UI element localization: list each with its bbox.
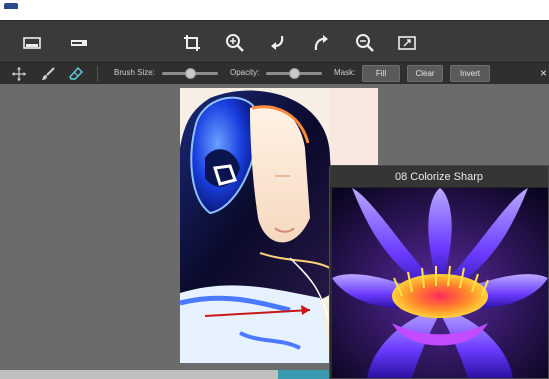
redo-icon[interactable] [308, 30, 334, 56]
brush-size-slider[interactable] [162, 68, 218, 79]
image-icon[interactable] [19, 30, 45, 56]
title-bar [0, 0, 549, 20]
opacity-slider[interactable] [266, 68, 322, 79]
undo-icon[interactable] [265, 30, 291, 56]
mask-label: Mask: [334, 68, 356, 77]
options-bar: Brush Size: Opacity: Mask: Fill Clear In… [0, 62, 549, 84]
eraser-icon[interactable] [68, 66, 84, 82]
effect-preview-title: 08 Colorize Sharp [330, 166, 548, 188]
close-icon[interactable]: × [540, 66, 547, 80]
move-icon[interactable] [11, 66, 27, 82]
panel-icon[interactable] [66, 30, 92, 56]
effect-preview-image[interactable] [332, 188, 548, 378]
fill-button[interactable]: Fill [362, 65, 400, 82]
clear-button[interactable]: Clear [407, 65, 443, 82]
fit-screen-icon[interactable] [394, 30, 420, 56]
brush-icon[interactable] [40, 66, 56, 82]
app-logo-icon [4, 3, 18, 9]
invert-button[interactable]: Invert [450, 65, 490, 82]
brush-size-label: Brush Size: [114, 68, 155, 77]
opacity-slider-knob[interactable] [288, 68, 300, 79]
main-toolbar [0, 20, 549, 62]
opacity-label: Opacity: [230, 68, 260, 77]
options-separator [97, 66, 98, 82]
brush-size-slider-knob[interactable] [184, 68, 196, 79]
zoom-out-icon[interactable] [352, 30, 378, 56]
zoom-in-icon[interactable] [222, 30, 248, 56]
effect-preview-panel[interactable]: 08 Colorize Sharp [329, 165, 549, 379]
crop-icon[interactable] [179, 30, 205, 56]
